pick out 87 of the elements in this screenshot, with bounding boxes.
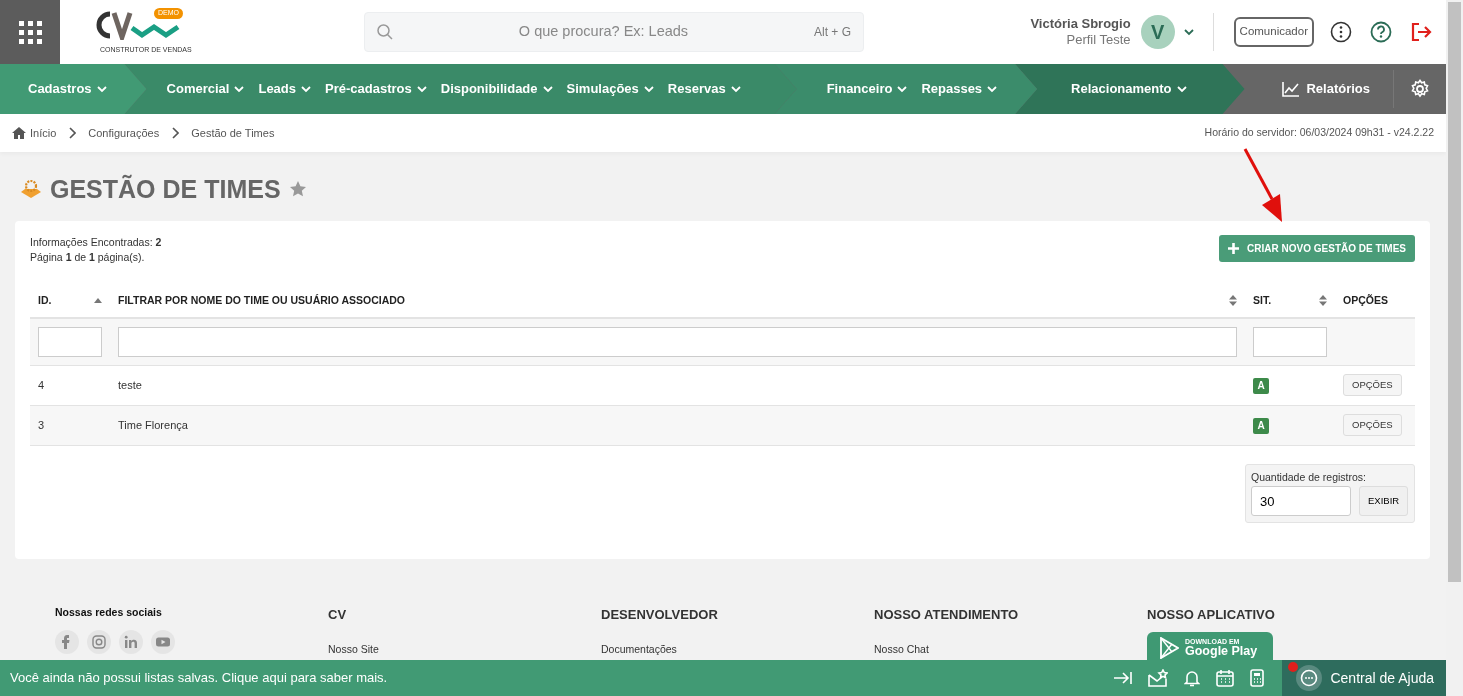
team-name-cell: teste: [110, 365, 1245, 405]
search-input[interactable]: O que procura? Ex: Leads: [393, 20, 814, 44]
nav-menu[interactable]: Disponibilidade: [432, 79, 559, 99]
footer-link[interactable]: Documentações: [601, 641, 874, 658]
help-icon[interactable]: [1370, 21, 1392, 43]
result-info: Página 1 de 1 página(s).: [30, 250, 146, 265]
chevron-down-icon: [415, 83, 428, 95]
help-center-button[interactable]: Central de Ajuda: [1282, 660, 1446, 696]
user-avatar[interactable]: V: [1140, 15, 1175, 49]
column-header[interactable]: OPÇÕES: [1343, 292, 1388, 309]
chevron-right-icon: [171, 127, 180, 139]
name-filter-field[interactable]: [118, 326, 1237, 357]
footer-heading: NOSSO ATENDIMENTO: [874, 606, 1020, 624]
plus-icon: [1228, 243, 1240, 254]
user-name: Victória Sbrogio: [1030, 16, 1131, 32]
chevron-down-icon: [642, 83, 655, 95]
status-badge: A: [1253, 417, 1269, 434]
column-header[interactable]: ID.: [38, 292, 52, 309]
apps-menu-button[interactable]: [0, 0, 60, 64]
nav-menu[interactable]: Leads: [250, 79, 318, 99]
footer-link[interactable]: Nosso Chat: [874, 641, 1147, 658]
calendar-icon[interactable]: [1216, 669, 1235, 687]
id-cell: 4: [30, 365, 110, 405]
social-title: Nossas redes sociais: [55, 605, 163, 620]
chevron-right-icon: [68, 127, 77, 139]
more-options-icon[interactable]: [1330, 21, 1352, 43]
home-icon[interactable]: [12, 127, 26, 139]
nav-menu[interactable]: Simulações: [558, 79, 660, 99]
calculator-icon[interactable]: [1250, 669, 1265, 687]
bell-icon[interactable]: [1184, 669, 1201, 687]
grid-icon: [18, 20, 42, 44]
breadcrumb-link[interactable]: Gestão de Times: [191, 124, 275, 142]
team-name-cell: Time Florença: [110, 405, 1245, 445]
chevron-down-icon: [896, 83, 909, 95]
logout-icon[interactable]: [1410, 21, 1432, 43]
breadcrumb-link[interactable]: Início: [30, 124, 57, 142]
records-label: Quantidade de registros:: [1251, 469, 1367, 485]
records-field[interactable]: 30: [1251, 486, 1351, 517]
show-button[interactable]: EXIBIR: [1359, 486, 1409, 517]
play-store-icon: [1159, 636, 1179, 659]
nav-menu[interactable]: Reservas: [659, 79, 747, 99]
options-button[interactable]: OPÇÕES: [1343, 373, 1402, 397]
chat-icon: [1296, 665, 1323, 691]
nav-menu[interactable]: Comercial: [158, 79, 251, 99]
id-cell: 3: [30, 405, 110, 445]
instagram-icon[interactable]: [92, 634, 106, 649]
user-profile: Perfil Teste: [1065, 32, 1131, 48]
linkedin-icon[interactable]: [124, 634, 138, 649]
search-icon: [377, 24, 393, 40]
chevron-down-icon: [541, 83, 554, 95]
footer-heading: CV: [328, 606, 348, 624]
chevron-down-icon[interactable]: [1182, 26, 1195, 38]
star-icon[interactable]: [288, 180, 307, 198]
chevron-down-icon: [1175, 83, 1188, 95]
chevron-down-icon: [95, 83, 108, 95]
search-field[interactable]: O que procura? Ex: Leads Alt + G: [364, 12, 864, 52]
chevron-down-icon: [986, 83, 999, 95]
options-button[interactable]: OPÇÕES: [1343, 413, 1402, 437]
breadcrumb-link[interactable]: Configurações: [88, 124, 160, 142]
communicator-button[interactable]: Comunicador: [1233, 17, 1314, 47]
nav-menu[interactable]: Financeiro: [818, 79, 914, 99]
saved-lists-message[interactable]: Você ainda não possui listas salvas. Clique aqui para saber mais.: [10, 668, 388, 688]
nav-menu[interactable]: Pré-cadastros: [317, 79, 433, 99]
reports-link[interactable]: Relatórios: [1274, 79, 1375, 99]
column-header[interactable]: FILTRAR POR NOME DO TIME OU USUÁRIO ASSOCIADO: [118, 292, 405, 309]
nav-menu[interactable]: Repasses: [913, 79, 1004, 99]
chevron-down-icon: [233, 83, 246, 95]
chart-icon: [1282, 81, 1301, 97]
page-title: GESTÃO DE TIMES: [50, 174, 281, 204]
chevron-down-icon: [729, 83, 742, 95]
create-button[interactable]: CRIAR NOVO GESTÃO DE TIMES: [1219, 235, 1415, 262]
result-info: Informações Encontradas: 2: [30, 235, 162, 250]
sort-icon[interactable]: [1229, 295, 1237, 306]
footer-heading: NOSSO APLICATIVO: [1147, 606, 1276, 624]
id-filter-field[interactable]: [38, 326, 102, 357]
chevron-down-icon: [300, 83, 313, 95]
sort-icon[interactable]: [1319, 295, 1327, 306]
status-badge: A: [1253, 377, 1269, 394]
column-header[interactable]: SIT.: [1253, 292, 1272, 309]
collapse-icon[interactable]: [1114, 671, 1133, 685]
server-time: Horário do servidor: 06/03/2024 09h31 - v24.2.22: [1204, 125, 1434, 141]
settings-icon[interactable]: [1410, 79, 1430, 99]
footer-link[interactable]: Nosso Site: [328, 641, 601, 658]
footer-heading: DESENVOLVEDOR: [601, 606, 719, 624]
mail-star-icon[interactable]: [1148, 669, 1169, 687]
keyboard-shortcut: Alt + G: [814, 24, 851, 41]
sort-ascending-icon[interactable]: [94, 298, 102, 303]
